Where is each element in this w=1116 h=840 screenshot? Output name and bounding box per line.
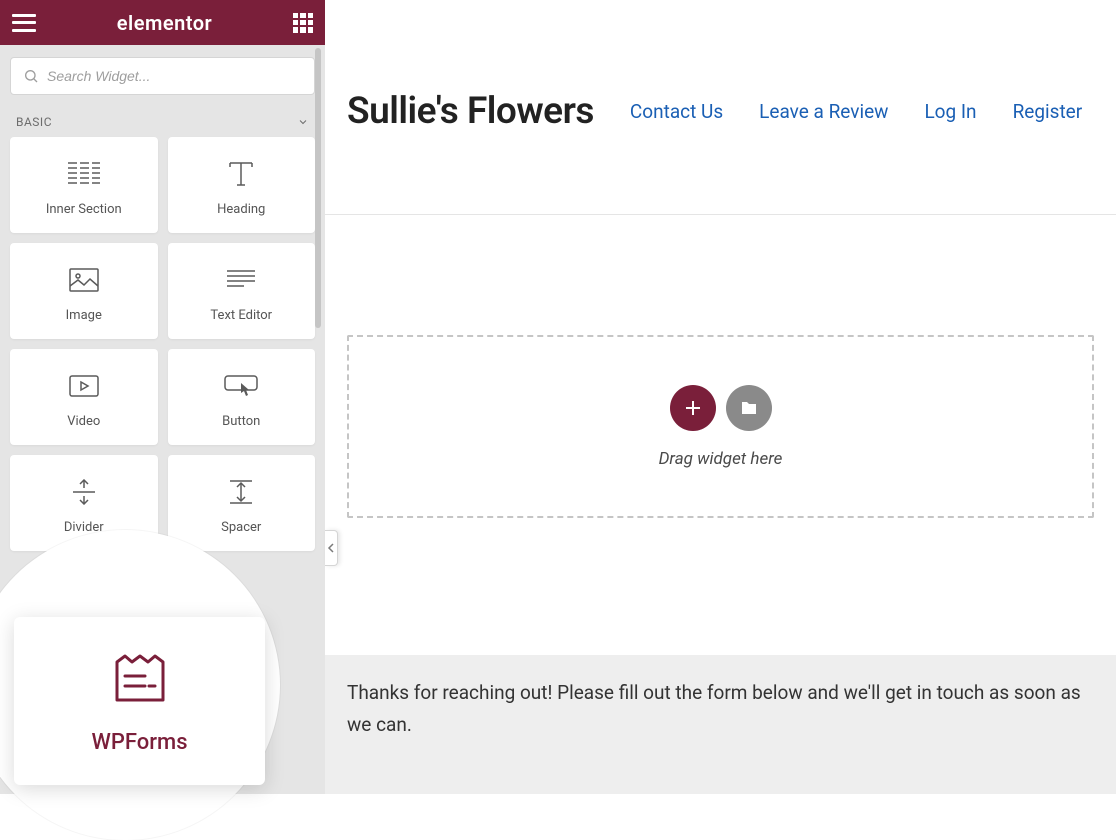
widget-dropzone[interactable]: Drag widget here <box>347 335 1094 518</box>
widget-video[interactable]: Video <box>10 349 158 445</box>
widget-label: Inner Section <box>46 202 122 217</box>
header-divider <box>325 214 1116 215</box>
search-input[interactable] <box>47 68 302 84</box>
widget-grid: Inner Section Heading <box>0 137 325 551</box>
search-icon <box>23 68 39 84</box>
footer-text: Thanks for reaching out! Please fill out… <box>325 677 1116 742</box>
widget-heading[interactable]: Heading <box>168 137 316 233</box>
sidebar-header: elementor <box>0 0 325 45</box>
category-title: BASIC <box>16 115 52 129</box>
video-icon <box>69 366 99 406</box>
widget-label: Button <box>222 414 260 429</box>
widget-label: Heading <box>217 202 265 217</box>
spacer-icon <box>228 472 254 512</box>
site-header: Sullie's Flowers Contact Us Leave a Revi… <box>325 0 1116 164</box>
dropzone-buttons <box>670 385 772 431</box>
nav-log-in[interactable]: Log In <box>924 100 976 123</box>
text-editor-icon <box>226 260 256 300</box>
inner-section-icon <box>67 154 101 194</box>
plus-icon <box>684 399 702 417</box>
button-icon <box>224 366 258 406</box>
nav-links: Contact Us Leave a Review Log In Registe… <box>630 100 1082 123</box>
widget-label: Text Editor <box>210 308 272 323</box>
widget-image[interactable]: Image <box>10 243 158 339</box>
search-box[interactable] <box>10 57 315 95</box>
widget-label: Image <box>66 308 102 323</box>
nav-register[interactable]: Register <box>1013 100 1083 123</box>
heading-icon <box>226 154 256 194</box>
template-library-button[interactable] <box>726 385 772 431</box>
widget-label: Video <box>67 414 100 429</box>
hamburger-menu-icon[interactable] <box>12 14 36 32</box>
widget-label: Spacer <box>221 520 261 535</box>
sidebar-collapse-handle[interactable] <box>325 530 338 566</box>
search-container <box>0 45 325 107</box>
sidebar-scrollbar-thumb[interactable] <box>315 48 321 328</box>
widget-inner-section[interactable]: Inner Section <box>10 137 158 233</box>
image-icon <box>69 260 99 300</box>
elementor-logo: elementor <box>117 11 213 35</box>
divider-icon <box>71 472 97 512</box>
widget-button[interactable]: Button <box>168 349 316 445</box>
folder-icon <box>740 400 758 416</box>
dropzone-text: Drag widget here <box>659 449 783 469</box>
chevron-left-icon <box>327 542 335 554</box>
site-title: Sullie's Flowers <box>347 90 594 133</box>
add-section-button[interactable] <box>670 385 716 431</box>
nav-contact-us[interactable]: Contact Us <box>630 100 723 123</box>
widget-text-editor[interactable]: Text Editor <box>168 243 316 339</box>
footer-text-area: Thanks for reaching out! Please fill out… <box>325 655 1116 794</box>
category-header-basic[interactable]: BASIC <box>0 107 325 137</box>
wpforms-label: WPForms <box>91 730 187 755</box>
apps-grid-icon[interactable] <box>293 13 313 33</box>
widget-wpforms[interactable]: WPForms <box>14 617 265 785</box>
wpforms-icon <box>111 648 169 710</box>
chevron-down-icon <box>297 116 309 128</box>
widget-spacer[interactable]: Spacer <box>168 455 316 551</box>
nav-leave-review[interactable]: Leave a Review <box>759 100 888 123</box>
sidebar-scrollbar-track <box>315 48 321 668</box>
